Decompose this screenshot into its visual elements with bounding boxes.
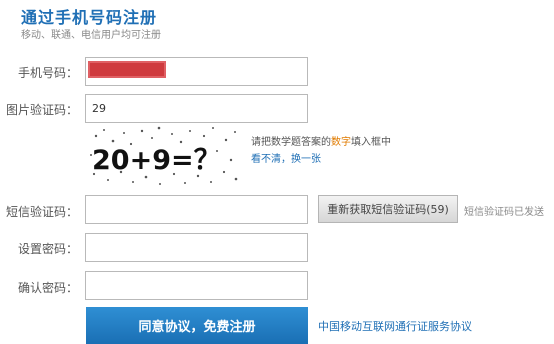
submit-button[interactable]: 同意协议，免费注册 <box>86 307 308 344</box>
captcha-tip: 请把数学题答案的数字填入框中 <box>251 133 391 148</box>
captcha-tip-before: 请把数学题答案的 <box>251 137 331 148</box>
redacted-phone-number <box>88 61 166 78</box>
captcha-input[interactable]: 29 <box>85 94 308 123</box>
page-subtitle: 移动、联通、电信用户均可注册 <box>21 30 161 41</box>
sms-sent-note: 短信验证码已发送 <box>464 207 544 218</box>
captcha-label: 图片验证码： <box>5 103 78 117</box>
captcha-tip-after: 填入框中 <box>351 137 391 148</box>
captcha-image[interactable]: 20+9=？ <box>86 122 242 190</box>
captcha-refresh-link[interactable]: 换一张 <box>291 154 321 165</box>
confirm-password-label: 确认密码： <box>17 281 78 295</box>
password-input[interactable] <box>85 233 308 262</box>
captcha-tip-highlight: 数字 <box>331 137 351 148</box>
phone-label: 手机号码： <box>17 66 78 80</box>
sms-label: 短信验证码： <box>5 205 78 219</box>
confirm-password-input[interactable] <box>85 271 308 300</box>
captcha-unclear-link[interactable]: 看不清， <box>251 154 291 165</box>
page-title: 通过手机号码注册 <box>21 8 158 27</box>
sms-code-input[interactable] <box>85 195 308 224</box>
captcha-links: 看不清，换一张 <box>251 150 321 165</box>
password-label: 设置密码： <box>17 242 78 256</box>
captcha-input-value: 29 <box>92 102 106 115</box>
agreement-link[interactable]: 中国移动互联网通行证服务协议 <box>318 318 472 334</box>
resend-sms-button[interactable]: 重新获取短信验证码(59) <box>318 195 458 223</box>
phone-input[interactable] <box>85 57 308 86</box>
captcha-text: 20+9=？ <box>92 145 221 176</box>
